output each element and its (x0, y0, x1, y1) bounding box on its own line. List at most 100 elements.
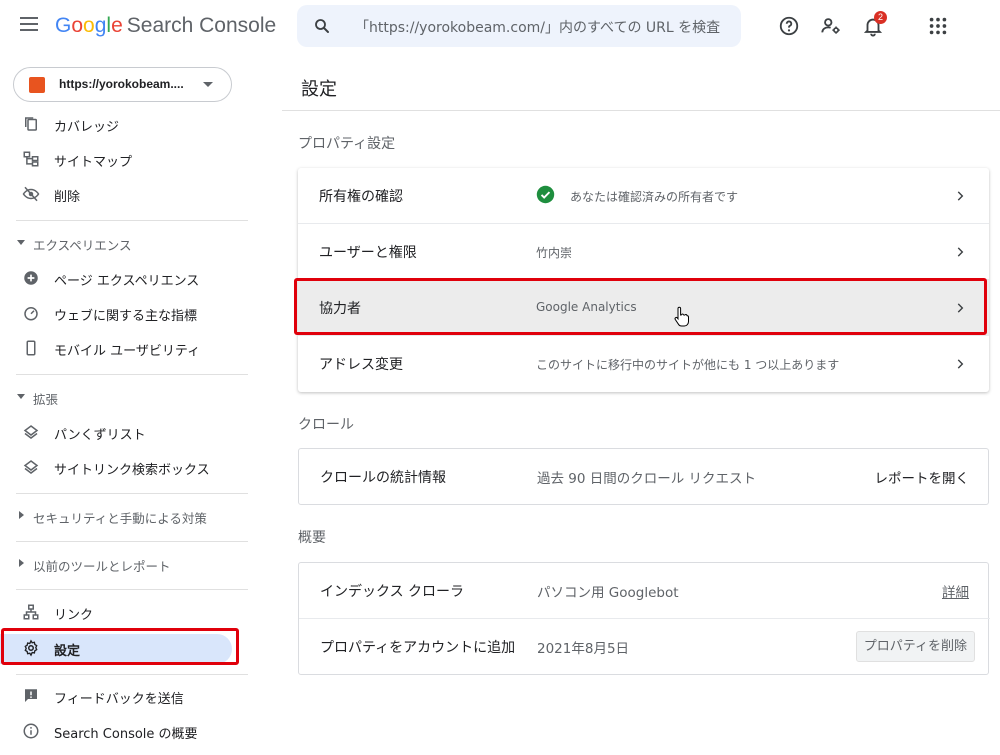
sidebar-item-feedback[interactable]: フィードバックを送信 (0, 682, 248, 710)
sidebar-item-removals[interactable]: 削除 (0, 180, 248, 208)
apps-grid-icon[interactable] (927, 15, 949, 37)
sidebar-section-label: 以前のツールとレポート (33, 559, 171, 574)
sidebar-item-breadcrumbs[interactable]: パンくずリスト (0, 418, 248, 446)
page-title: 設定 (301, 79, 337, 100)
sidebar-section-label: セキュリティと手動による対策 (33, 511, 207, 526)
sidebar-item-label: サイトリンク検索ボックス (54, 463, 210, 478)
chevron-right-icon (957, 359, 964, 369)
search-console-logo[interactable]: Google Search Console (55, 14, 276, 38)
row-change-of-address[interactable]: アドレス変更 このサイトに移行中のサイトが他にも 1 つ以上あります (298, 336, 989, 392)
row-key: プロパティをアカウントに追加 (320, 640, 516, 656)
sidebar-item-sitelinks-searchbox[interactable]: サイトリンク検索ボックス (0, 453, 248, 481)
dropdown-caret-icon (203, 82, 213, 87)
row-key: クロールの統計情報 (320, 470, 446, 486)
visibility-off-icon (22, 186, 40, 202)
property-selector[interactable]: https://yorokobeam.... (13, 67, 232, 102)
crawl-card: クロールの統計情報 過去 90 日間のクロール リクエスト レポートを開く (298, 448, 989, 505)
sitemap-icon (23, 151, 39, 167)
row-key: インデックス クローラ (320, 584, 465, 600)
chevron-right-icon (957, 191, 964, 201)
sidebar-item-mobile-usability[interactable]: モバイル ユーザビリティ (0, 334, 248, 362)
sidebar-item-label: ページ エクスペリエンス (54, 274, 200, 289)
sidebar-item-label: パンくずリスト (54, 428, 146, 443)
sidebar-section-enhancements[interactable]: 拡張 (0, 385, 248, 409)
sidebar-item-about[interactable]: Search Console の概要 (0, 717, 248, 745)
overview-card: インデックス クローラ パソコン用 Googlebot 詳細 プロパティをアカウ… (298, 562, 990, 675)
search-placeholder: 「https://yorokobeam.com/」内のすべての URL を検査 (355, 20, 721, 36)
sidebar-item-links[interactable]: リンク (0, 598, 248, 626)
section-heading-crawl: クロール (298, 417, 354, 433)
row-value: あなたは確認済みの所有者です (570, 190, 739, 204)
expand-triangle-icon (17, 394, 25, 399)
smartphone-icon (26, 340, 36, 356)
help-icon[interactable] (778, 15, 800, 37)
sidebar-item-label: サイトマップ (54, 155, 133, 170)
sidebar-divider (16, 374, 248, 375)
row-crawl-stats[interactable]: クロールの統計情報 過去 90 日間のクロール リクエスト レポートを開く (299, 449, 990, 505)
layers-icon (23, 460, 39, 474)
layers-icon (23, 425, 39, 439)
sidebar-divider (16, 589, 248, 590)
manage-accounts-icon[interactable] (820, 15, 842, 37)
sidebar-section-experience[interactable]: エクスペリエンス (0, 231, 248, 255)
row-value: 竹内崇 (536, 246, 573, 260)
row-value: このサイトに移行中のサイトが他にも 1 つ以上あります (536, 358, 840, 372)
details-link[interactable]: 詳細 (942, 581, 969, 601)
sidebar-divider (16, 220, 248, 221)
sidebar-item-label: ウェブに関する主な指標 (54, 309, 198, 324)
chevron-right-icon (957, 247, 964, 257)
property-label: https://yorokobeam.... (59, 77, 184, 91)
row-value: 過去 90 日間のクロール リクエスト (537, 471, 757, 487)
sidebar-divider (16, 541, 248, 542)
section-heading-property-settings: プロパティ設定 (298, 136, 396, 152)
row-added-to-account: プロパティをアカウントに追加 2021年8月5日 プロパティを削除 (299, 619, 990, 675)
row-value: 2021年8月5日 (537, 641, 630, 657)
sidebar-item-label: カバレッジ (54, 120, 120, 135)
section-heading-overview: 概要 (298, 530, 326, 546)
site-favicon-icon (29, 77, 45, 93)
sidebar-item-page-experience[interactable]: ページ エクスペリエンス (0, 264, 248, 292)
sidebar-divider (16, 493, 248, 494)
expand-triangle-icon (17, 240, 25, 245)
pages-icon (25, 117, 37, 131)
row-key: アドレス変更 (319, 357, 403, 373)
sidebar-item-label: Search Console の概要 (54, 727, 198, 742)
feedback-icon (25, 689, 37, 702)
add-circle-icon (24, 271, 38, 285)
sidebar-section-label: エクスペリエンス (33, 238, 132, 253)
collapsed-triangle-icon (19, 559, 24, 567)
settings-highlight-box (1, 628, 239, 665)
remove-property-button[interactable]: プロパティを削除 (855, 631, 975, 662)
notification-badge: 2 (874, 11, 887, 24)
sidebar-item-sitemaps[interactable]: サイトマップ (0, 145, 248, 173)
sidebar-section-legacy[interactable]: 以前のツールとレポート (0, 552, 248, 576)
row-value: パソコン用 Googlebot (537, 585, 679, 601)
info-icon (23, 723, 39, 739)
sidebar-item-label: 削除 (54, 190, 81, 205)
row-ownership-verification[interactable]: 所有権の確認 あなたは確認済みの所有者です (298, 168, 989, 224)
row-users-permissions[interactable]: ユーザーと権限 竹内崇 (298, 224, 989, 280)
speed-icon (24, 307, 38, 321)
row-key: 所有権の確認 (319, 189, 403, 205)
title-divider (282, 110, 1000, 111)
sidebar-section-label: 拡張 (33, 392, 59, 407)
row-key: ユーザーと権限 (319, 245, 417, 261)
sidebar-item-label: リンク (54, 608, 94, 623)
open-report-link[interactable]: レポートを開く (875, 467, 970, 487)
top-app-bar: Google Search Console 「https://yorokobeam… (0, 0, 1000, 56)
sidebar-item-coverage[interactable]: カバレッジ (0, 110, 248, 138)
hand-pointer-cursor-icon (674, 306, 689, 327)
sidebar-section-security[interactable]: セキュリティと手動による対策 (0, 504, 248, 528)
search-icon (315, 19, 329, 33)
url-inspection-search[interactable]: 「https://yorokobeam.com/」内のすべての URL を検査 (297, 5, 741, 47)
menu-icon[interactable] (20, 17, 40, 37)
associations-highlight-box (294, 278, 987, 335)
check-circle-icon (536, 185, 555, 204)
sidebar-divider (16, 674, 248, 675)
sidebar-item-core-web-vitals[interactable]: ウェブに関する主な指標 (0, 299, 248, 327)
sidebar-item-label: フィードバックを送信 (54, 692, 184, 707)
links-network-icon (23, 604, 39, 620)
row-index-crawler: インデックス クローラ パソコン用 Googlebot 詳細 (299, 563, 990, 619)
sidebar-item-label: モバイル ユーザビリティ (54, 344, 201, 359)
collapsed-triangle-icon (19, 511, 24, 519)
